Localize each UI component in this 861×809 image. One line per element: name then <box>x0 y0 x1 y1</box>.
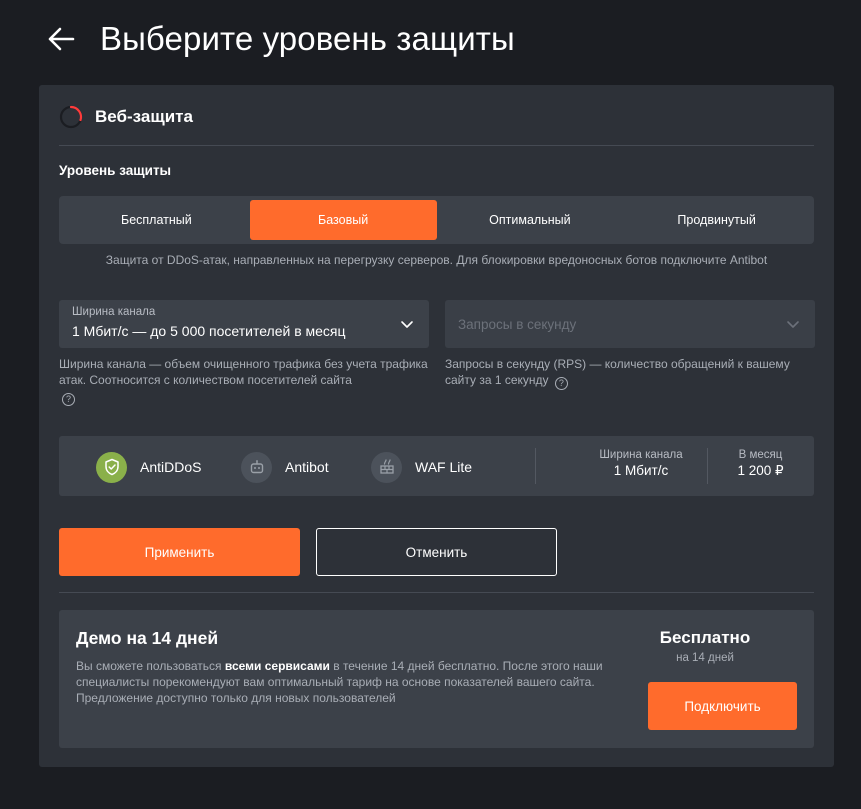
bandwidth-summary-value: 1 Мбит/с <box>613 463 669 478</box>
robot-icon <box>241 451 272 483</box>
bandwidth-help: Ширина канала — объем очищенного трафика… <box>59 356 429 406</box>
protection-level-tabs: Бесплатный Базовый Оптимальный Продвинут… <box>59 196 814 244</box>
bandwidth-select-value: 1 Мбит/с — до 5 000 посетителей в месяц <box>72 323 346 339</box>
section-title: Веб-защита <box>95 107 193 126</box>
tab-optimal[interactable]: Оптимальный <box>437 200 624 240</box>
bandwidth-summary-label: Ширина канала <box>599 449 683 461</box>
shield-check-icon <box>96 451 127 483</box>
apply-button[interactable]: Применить <box>59 528 300 576</box>
tab-basic[interactable]: Базовый <box>249 200 437 240</box>
divider <box>535 448 536 484</box>
rps-help-text: Запросы в секунду (RPS) — количество обр… <box>445 357 790 387</box>
demo-description: Вы сможете пользоваться всеми сервисами … <box>76 658 621 706</box>
demo-text-part: Вы сможете пользоваться <box>76 659 225 673</box>
service-name: WAF Lite <box>415 459 473 475</box>
bandwidth-select-label: Ширина канала <box>72 306 156 318</box>
demo-price-period: на 14 дней <box>676 652 734 664</box>
loading-spinner-icon <box>59 105 83 129</box>
bandwidth-select[interactable]: Ширина канала 1 Мбит/с — до 5 000 посети… <box>59 300 429 348</box>
tab-free[interactable]: Бесплатный <box>63 200 250 240</box>
page-header: Выберите уровень защиты <box>46 14 515 64</box>
service-name: AntiDDoS <box>140 459 202 475</box>
rps-select[interactable]: Запросы в секунду <box>445 300 815 348</box>
chevron-down-icon <box>785 316 801 332</box>
arrow-left-icon[interactable] <box>46 23 78 55</box>
section-header: Веб-защита <box>59 105 193 129</box>
bandwidth-help-text: Ширина канала — объем очищенного трафика… <box>59 357 428 387</box>
web-protection-panel: Веб-защита Уровень защиты Бесплатный Баз… <box>39 85 834 767</box>
demo-title: Демо на 14 дней <box>76 628 219 648</box>
connect-button[interactable]: Подключить <box>648 682 797 730</box>
divider <box>59 592 814 593</box>
protection-level-label: Уровень защиты <box>59 163 172 178</box>
service-name: Antibot <box>285 459 329 475</box>
page-title: Выберите уровень защиты <box>100 20 515 57</box>
chevron-down-icon <box>399 316 415 332</box>
firewall-icon <box>371 451 402 483</box>
monthly-price-label: В месяц <box>738 449 783 461</box>
cancel-button[interactable]: Отменить <box>316 528 557 576</box>
question-icon[interactable]: ? <box>554 377 568 390</box>
monthly-price-value: 1 200 ₽ <box>737 463 784 478</box>
rps-help: Запросы в секунду (RPS) — количество обр… <box>445 356 815 390</box>
tab-advanced[interactable]: Продвинутый <box>623 200 810 240</box>
tier-description: Защита от DDoS-атак, направленных на пер… <box>105 253 768 267</box>
question-icon[interactable]: ? <box>62 393 75 406</box>
plan-summary: AntiDDoS Antibot WAF Lite Ширина канала … <box>59 436 814 496</box>
service-waf-lite: WAF Lite <box>371 451 472 483</box>
demo-text-highlight: всеми сервисами <box>224 659 330 673</box>
divider <box>59 145 814 146</box>
demo-offer-card: Демо на 14 дней Вы сможете пользоваться … <box>59 610 814 748</box>
demo-price-value: Бесплатно <box>659 628 751 647</box>
demo-price: Бесплатно на 14 дней <box>640 628 770 664</box>
service-antibot: Antibot <box>241 451 329 483</box>
monthly-price: В месяц 1 200 ₽ <box>707 449 814 479</box>
bandwidth-summary: Ширина канала 1 Мбит/с <box>576 449 706 478</box>
service-antiddos: AntiDDoS <box>96 451 201 483</box>
rps-select-placeholder: Запросы в секунду <box>458 317 577 332</box>
